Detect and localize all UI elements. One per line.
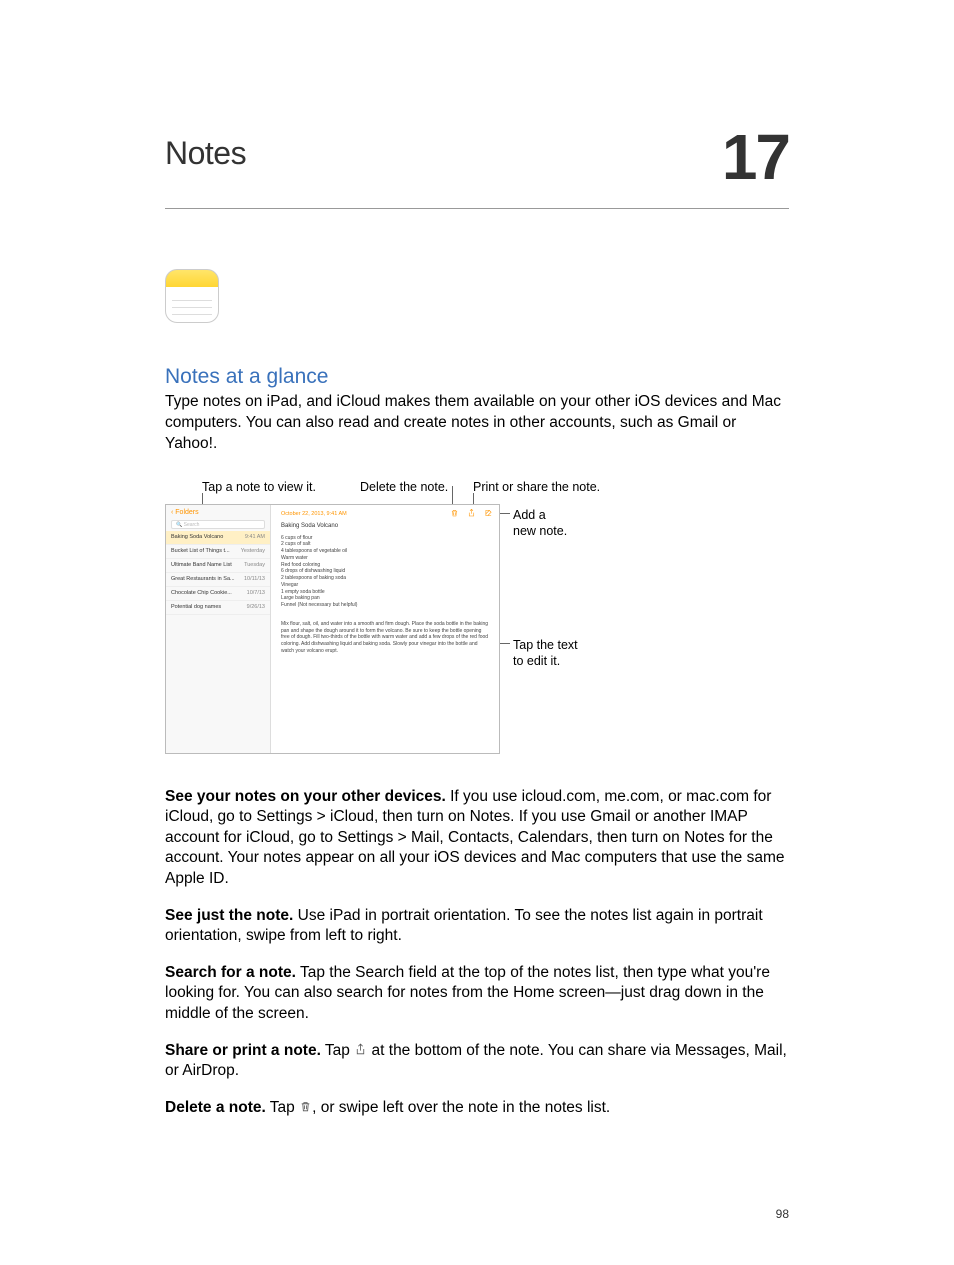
chapter-number: 17 — [722, 135, 789, 180]
chapter-header: Notes 17 — [165, 135, 789, 209]
page-content: Notes 17 Notes at a glance Type notes on… — [0, 0, 954, 1118]
note-paragraph[interactable]: Mix flour, salt, oil, and water into a s… — [281, 621, 489, 655]
list-item[interactable]: Baking Soda Volcano9:41 AM — [166, 531, 270, 545]
note-body[interactable]: 6 cups of flour 2 cups of salt 4 tablesp… — [281, 535, 489, 609]
ipad-mock: ‹ Folders 🔍 Search Baking Soda Volcano9:… — [165, 504, 500, 754]
back-button[interactable]: ‹ Folders — [166, 505, 270, 518]
share-icon[interactable] — [467, 508, 476, 520]
search-input[interactable]: 🔍 Search — [171, 520, 265, 529]
callout-tap-text: Tap the text to edit it. — [513, 637, 578, 670]
trash-icon — [299, 1100, 312, 1113]
chapter-title: Notes — [165, 135, 246, 172]
notes-app-icon — [165, 269, 219, 323]
trash-icon[interactable] — [450, 508, 459, 520]
page-number: 98 — [776, 1207, 789, 1221]
list-item[interactable]: Chocolate Chip Cookie...10/7/13 — [166, 587, 270, 601]
para-share: Share or print a note. Tap at the bottom… — [165, 1041, 789, 1082]
notes-screenshot-figure: Tap a note to view it. Delete the note. … — [165, 479, 789, 759]
note-title[interactable]: Baking Soda Volcano — [281, 523, 489, 529]
list-item[interactable]: Bucket List of Things t...Yesterday — [166, 545, 270, 559]
list-item[interactable]: Great Restaurants in Sa...10/11/13 — [166, 573, 270, 587]
para-portrait: See just the note. Use iPad in portrait … — [165, 906, 789, 947]
para-search: Search for a note. Tap the Search field … — [165, 963, 789, 1025]
share-icon — [354, 1043, 367, 1056]
list-item[interactable]: Ultimate Band Name ListTuesday — [166, 559, 270, 573]
para-delete: Delete a note. Tap , or swipe left over … — [165, 1098, 789, 1119]
callout-add: Add a new note. — [513, 507, 567, 540]
ipad-note-pane: October 22, 2013, 9:41 AM Baking Soda Vo… — [271, 505, 499, 753]
compose-icon[interactable] — [484, 508, 493, 520]
ipad-sidebar: ‹ Folders 🔍 Search Baking Soda Volcano9:… — [166, 505, 271, 753]
intro-paragraph: Type notes on iPad, and iCloud makes the… — [165, 392, 789, 455]
list-item[interactable]: Potential dog names9/26/13 — [166, 601, 270, 615]
para-sync: See your notes on your other devices. If… — [165, 787, 789, 890]
section-heading: Notes at a glance — [165, 365, 789, 389]
callout-share: Print or share the note. — [473, 479, 600, 495]
callout-tap-note: Tap a note to view it. — [202, 479, 316, 495]
callout-delete: Delete the note. — [360, 479, 448, 495]
